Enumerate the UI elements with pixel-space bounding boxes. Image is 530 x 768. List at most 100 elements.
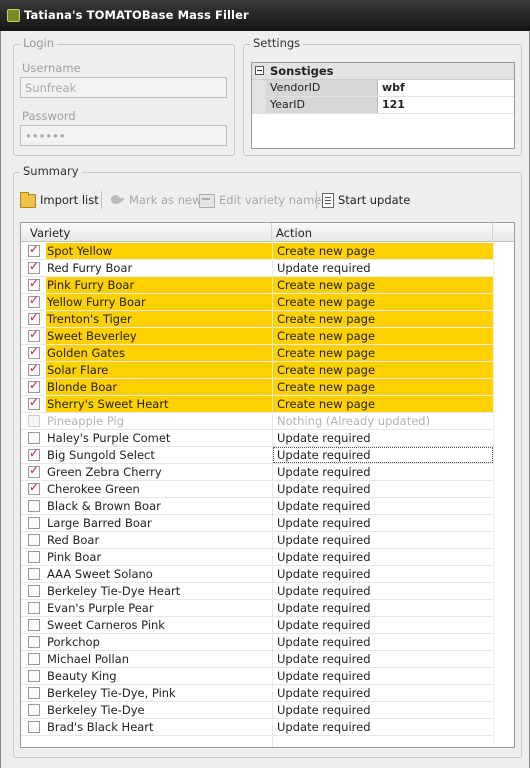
property-value[interactable]: wbf: [379, 80, 408, 96]
variety-cell: Golden Gates: [46, 345, 272, 361]
row-checkbox[interactable]: [28, 687, 40, 699]
import-list-button[interactable]: Import list: [20, 189, 99, 211]
table-row[interactable]: Large Barred Boar Update required: [21, 515, 493, 532]
row-checkbox[interactable]: [28, 293, 40, 308]
table-row[interactable]: Sweet Carneros Pink Update required: [21, 617, 493, 634]
table-row[interactable]: Pink Boar Update required: [21, 549, 493, 566]
action-cell: Update required: [277, 618, 371, 632]
row-checkbox[interactable]: [28, 276, 40, 291]
table-row[interactable]: Blonde BoarCreate new page: [21, 378, 493, 396]
action-cell: Create new page: [273, 311, 493, 327]
row-checkbox[interactable]: [28, 480, 40, 495]
table-row[interactable]: Red Furry Boar Update required: [21, 259, 493, 277]
table-row[interactable]: Porkchop Update required: [21, 634, 493, 651]
row-checkbox[interactable]: [28, 310, 40, 325]
table-row[interactable]: Trenton's TigerCreate new page: [21, 310, 493, 328]
password-input[interactable]: ••••••: [20, 125, 227, 146]
table-row[interactable]: Haley's Purple Comet Update required: [21, 430, 493, 447]
table-row[interactable]: Berkeley Tie-Dye, Pink Update required: [21, 685, 493, 702]
property-grid[interactable]: Sonstiges VendorID wbf YearID 121: [251, 62, 515, 149]
variety-cell: Sweet Carneros Pink: [47, 618, 165, 632]
table-row[interactable]: Beauty King Update required: [21, 668, 493, 685]
row-checkbox[interactable]: [28, 534, 40, 546]
table-row[interactable]: Golden GatesCreate new page: [21, 344, 493, 362]
toolbar-separator: [101, 191, 102, 209]
action-cell: Update required: [277, 482, 371, 496]
table-row[interactable]: AAA Sweet Solano Update required: [21, 566, 493, 583]
category-label: Sonstiges: [270, 64, 334, 78]
table-row[interactable]: Yellow Furry BoarCreate new page: [21, 293, 493, 311]
table-row[interactable]: Evan's Purple Pear Update required: [21, 600, 493, 617]
table-row[interactable]: Pink Furry BoarCreate new page: [21, 276, 493, 294]
row-checkbox[interactable]: [28, 721, 40, 733]
row-checkbox[interactable]: [28, 378, 40, 393]
action-cell: Update required: [277, 499, 371, 513]
action-cell: Update required: [277, 686, 371, 700]
row-checkbox[interactable]: [28, 653, 40, 665]
property-category[interactable]: Sonstiges: [252, 63, 514, 80]
action-cell: Create new page: [273, 396, 493, 412]
row-checkbox[interactable]: [28, 517, 40, 529]
property-value[interactable]: 121: [379, 97, 408, 113]
table-row[interactable]: Solar FlareCreate new page: [21, 361, 493, 379]
username-input[interactable]: Sunfreak: [20, 77, 227, 98]
action-cell: Update required: [277, 550, 371, 564]
table-row[interactable]: Brad's Black Heart Update required: [21, 719, 493, 736]
row-checkbox[interactable]: [28, 500, 40, 512]
variety-cell: Green Zebra Cherry: [47, 465, 162, 479]
table-row[interactable]: Berkeley Tie-Dye Update required: [21, 702, 493, 719]
property-row-yearid[interactable]: YearID 121: [252, 97, 514, 114]
table-row[interactable]: Sherry's Sweet HeartCreate new page: [21, 395, 493, 413]
rename-icon: [199, 194, 215, 208]
table-row[interactable]: Sweet BeverleyCreate new page: [21, 327, 493, 345]
summary-legend: Summary: [20, 164, 82, 178]
row-checkbox[interactable]: [28, 242, 40, 257]
row-checkbox[interactable]: [28, 259, 40, 274]
row-checkbox: [28, 415, 40, 427]
variety-cell: Black & Brown Boar: [47, 499, 161, 513]
mark-as-new-button[interactable]: Mark as new: [109, 189, 201, 211]
property-row-vendorid[interactable]: VendorID wbf: [252, 80, 514, 97]
row-checkbox[interactable]: [28, 619, 40, 631]
collapse-icon[interactable]: [255, 66, 264, 75]
row-checkbox[interactable]: [28, 361, 40, 376]
table-row[interactable]: Cherokee Green Update required: [21, 480, 493, 498]
edit-variety-name-button[interactable]: Edit variety name: [199, 189, 321, 211]
property-gutter: [252, 80, 266, 96]
row-checkbox[interactable]: [28, 704, 40, 716]
row-checkbox[interactable]: [28, 327, 40, 342]
table-row[interactable]: Black & Brown Boar Update required: [21, 498, 493, 515]
toolbar-separator: [316, 191, 317, 209]
row-checkbox[interactable]: [28, 446, 40, 461]
variety-cell: Sweet Beverley: [46, 328, 272, 344]
start-update-button[interactable]: Start update: [322, 189, 410, 211]
row-checkbox[interactable]: [28, 551, 40, 563]
column-header-variety[interactable]: Variety: [21, 223, 272, 242]
row-checkbox[interactable]: [28, 344, 40, 359]
table-row[interactable]: Pineapple Pig Nothing (Already updated): [21, 413, 493, 430]
row-checkbox[interactable]: [28, 568, 40, 580]
action-cell: Update required: [277, 669, 371, 683]
row-checkbox[interactable]: [28, 636, 40, 648]
variety-table[interactable]: Variety Action Spot YellowCreate new pag…: [20, 222, 515, 748]
variety-cell: Cherokee Green: [47, 482, 140, 496]
row-checkbox[interactable]: [28, 585, 40, 597]
row-checkbox[interactable]: [28, 395, 40, 410]
variety-cell: Haley's Purple Comet: [47, 431, 171, 445]
row-checkbox[interactable]: [28, 463, 40, 478]
variety-cell: Porkchop: [47, 635, 100, 649]
table-row[interactable]: Green Zebra Cherry Update required: [21, 463, 493, 481]
row-checkbox[interactable]: [28, 432, 40, 444]
column-header-action[interactable]: Action: [272, 223, 493, 242]
table-row[interactable]: Spot YellowCreate new page: [21, 242, 493, 260]
table-row[interactable]: Berkeley Tie-Dye Heart Update required: [21, 583, 493, 600]
table-row[interactable]: Red Boar Update required: [21, 532, 493, 549]
action-cell: Create new page: [273, 243, 493, 259]
row-checkbox[interactable]: [28, 602, 40, 614]
variety-cell: Pink Boar: [47, 550, 102, 564]
table-row[interactable]: Michael Pollan Update required: [21, 651, 493, 668]
row-checkbox[interactable]: [28, 670, 40, 682]
action-cell: Update required: [277, 652, 371, 666]
action-cell: Update required: [277, 431, 371, 445]
table-row[interactable]: Big Sungold Select Update required: [21, 446, 493, 464]
